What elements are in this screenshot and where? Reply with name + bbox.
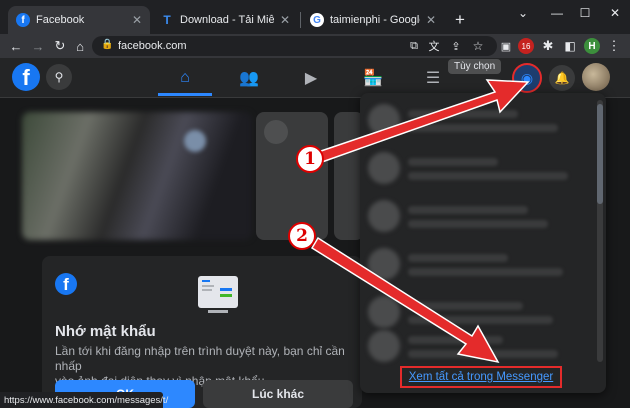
status-bar-url: https://www.facebook.com/messages/t/ <box>0 392 168 408</box>
arrow-to-see-all-link <box>310 236 500 364</box>
tutorial-arrows <box>310 79 530 364</box>
step-2-badge: 2 <box>288 222 316 250</box>
step-1-badge: 1 <box>296 145 324 173</box>
arrow-to-messenger-icon <box>317 79 530 163</box>
